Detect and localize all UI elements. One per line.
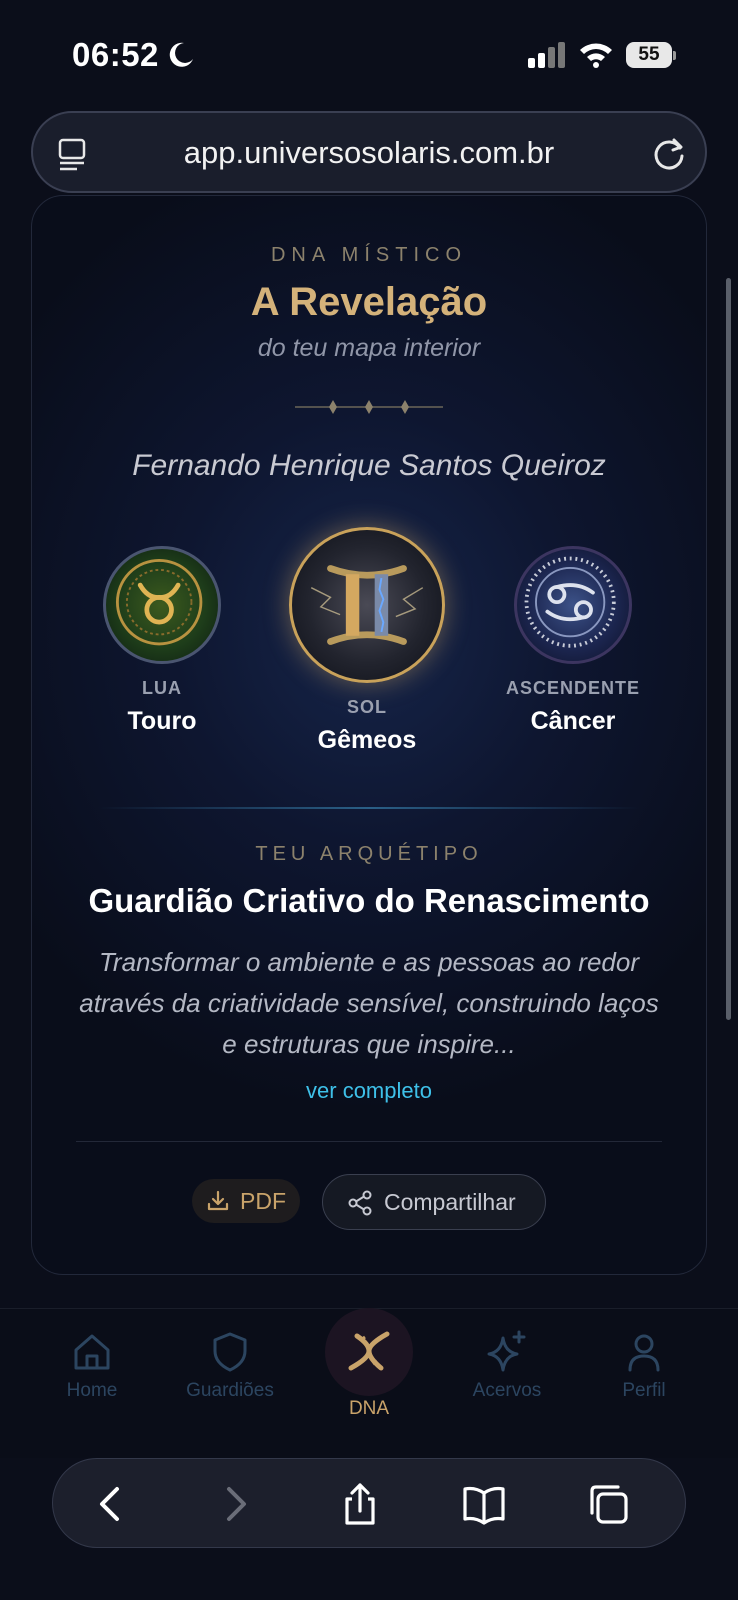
nav-guardians[interactable]: Guardiões	[175, 1330, 285, 1402]
dna-icon	[348, 1331, 390, 1371]
nav-home-label: Home	[66, 1380, 118, 1401]
pdf-label: PDF	[240, 1188, 286, 1214]
nav-profile[interactable]: Perfil	[589, 1330, 699, 1402]
forward-icon[interactable]	[213, 1481, 259, 1527]
person-name: Fernando Henrique Santos Queiroz	[132, 449, 606, 482]
url-text[interactable]: app.universosolaris.com.br	[123, 135, 615, 171]
archetype-description: Transformar o ambiente e as pessoas ao r…	[79, 947, 659, 1059]
nav-collections[interactable]: Acervos	[452, 1330, 562, 1402]
moon-role: LUA	[142, 678, 182, 698]
battery-level: 55	[626, 42, 672, 68]
archetype-eyebrow: TEU ARQUÉTIPO	[255, 843, 483, 865]
nav-home[interactable]: Home	[37, 1330, 147, 1402]
see-more-link[interactable]: ver completo	[0, 1078, 738, 1104]
user-icon	[628, 1334, 660, 1372]
sun-sign[interactable]: SOL Gêmeos	[288, 527, 446, 755]
share-icon	[348, 1190, 372, 1216]
shield-icon	[213, 1332, 247, 1372]
download-icon	[207, 1190, 229, 1211]
nav-dna[interactable]	[325, 1308, 413, 1396]
section-divider	[98, 807, 640, 809]
clock: 06:52	[72, 36, 159, 73]
home-icon	[74, 1334, 110, 1370]
ornament-divider-icon	[295, 400, 443, 414]
sparkles-icon	[487, 1330, 526, 1372]
ascendant-sign[interactable]: ASCENDENTE Câncer	[502, 546, 644, 736]
share-button[interactable]: Compartilhar	[322, 1174, 546, 1230]
page-menu-icon[interactable]	[55, 135, 93, 173]
share-sheet-icon[interactable]	[337, 1481, 383, 1527]
browser-toolbar	[52, 1458, 686, 1548]
cellular-signal-icon	[528, 42, 565, 68]
battery-indicator: 55	[626, 42, 676, 68]
cancer-medallion-icon	[514, 546, 632, 664]
nav-profile-label: Perfil	[622, 1380, 666, 1401]
archetype-title: Guardião Criativo do Renascimento	[88, 882, 650, 919]
page-subtitle: do teu mapa interior	[257, 334, 481, 362]
status-bar: 06:52 55	[0, 0, 738, 105]
wifi-icon	[580, 43, 612, 68]
tabs-icon[interactable]	[585, 1481, 631, 1527]
page-title: A Revelação	[250, 280, 488, 324]
sun-role: SOL	[346, 697, 387, 717]
ascendant-sign-name: Câncer	[530, 707, 616, 735]
pdf-button[interactable]: PDF	[192, 1179, 300, 1223]
gemini-medallion-icon	[289, 527, 445, 683]
moon-sign[interactable]: LUA Touro	[102, 546, 222, 736]
nav-collections-label: Acervos	[472, 1380, 542, 1401]
bookmarks-icon[interactable]	[461, 1481, 507, 1527]
moon-sign-name: Touro	[127, 707, 197, 735]
actions-divider	[76, 1141, 662, 1142]
address-bar[interactable]: app.universosolaris.com.br	[31, 111, 707, 193]
nav-dna-label: DNA	[348, 1398, 390, 1419]
taurus-medallion-icon	[103, 546, 221, 664]
eyebrow-label: DNA MÍSTICO	[270, 244, 467, 266]
share-label: Compartilhar	[384, 1189, 516, 1215]
reload-icon[interactable]	[649, 134, 689, 174]
nav-guardians-label: Guardiões	[186, 1380, 274, 1401]
moon-icon	[169, 42, 193, 67]
sun-sign-name: Gêmeos	[317, 726, 417, 754]
ascendant-role: ASCENDENTE	[505, 678, 640, 698]
back-icon[interactable]	[87, 1481, 133, 1527]
